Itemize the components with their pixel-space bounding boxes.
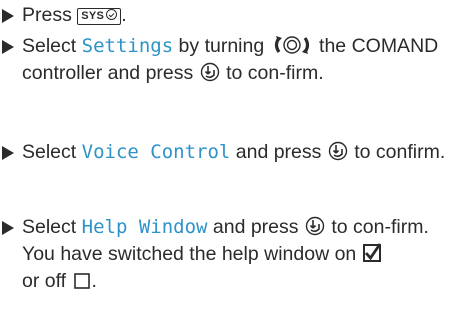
checkbox-checked-icon [362,243,381,262]
press-controller-icon [200,62,219,82]
result-note: You have switched the help window on or … [22,243,382,292]
triangle-bullet-icon [2,40,14,54]
triangle-bullet-icon [2,221,14,235]
instruction-page: Press SYS. Select Settings by turning th… [0,0,458,325]
menu-item-voice-control: Voice Control [81,141,231,163]
press-controller-icon [328,141,348,161]
step-4-text: Select Help Window and press to con-firm… [22,216,429,292]
step-1: Press SYS. [0,2,450,29]
press-controller-icon [305,216,325,236]
step-3-text: Select Voice Control and press to confir… [22,141,446,163]
triangle-bullet-icon [2,146,14,160]
step-2-text: Select Settings by turning the COMAND co… [22,35,439,84]
triangle-bullet-icon [2,9,14,23]
menu-item-help-window: Help Window [81,216,208,238]
sys-key-icon: SYS [77,8,122,25]
step-3: Select Voice Control and press to confir… [0,139,450,166]
checkbox-empty-icon [73,273,90,289]
step-2: Select Settings by turning the COMAND co… [0,33,450,87]
step-4: Select Help Window and press to con-firm… [0,214,450,295]
menu-item-settings: Settings [81,35,174,57]
step-1-text: Press SYS. [22,4,127,26]
rotate-controller-icon [274,36,309,54]
